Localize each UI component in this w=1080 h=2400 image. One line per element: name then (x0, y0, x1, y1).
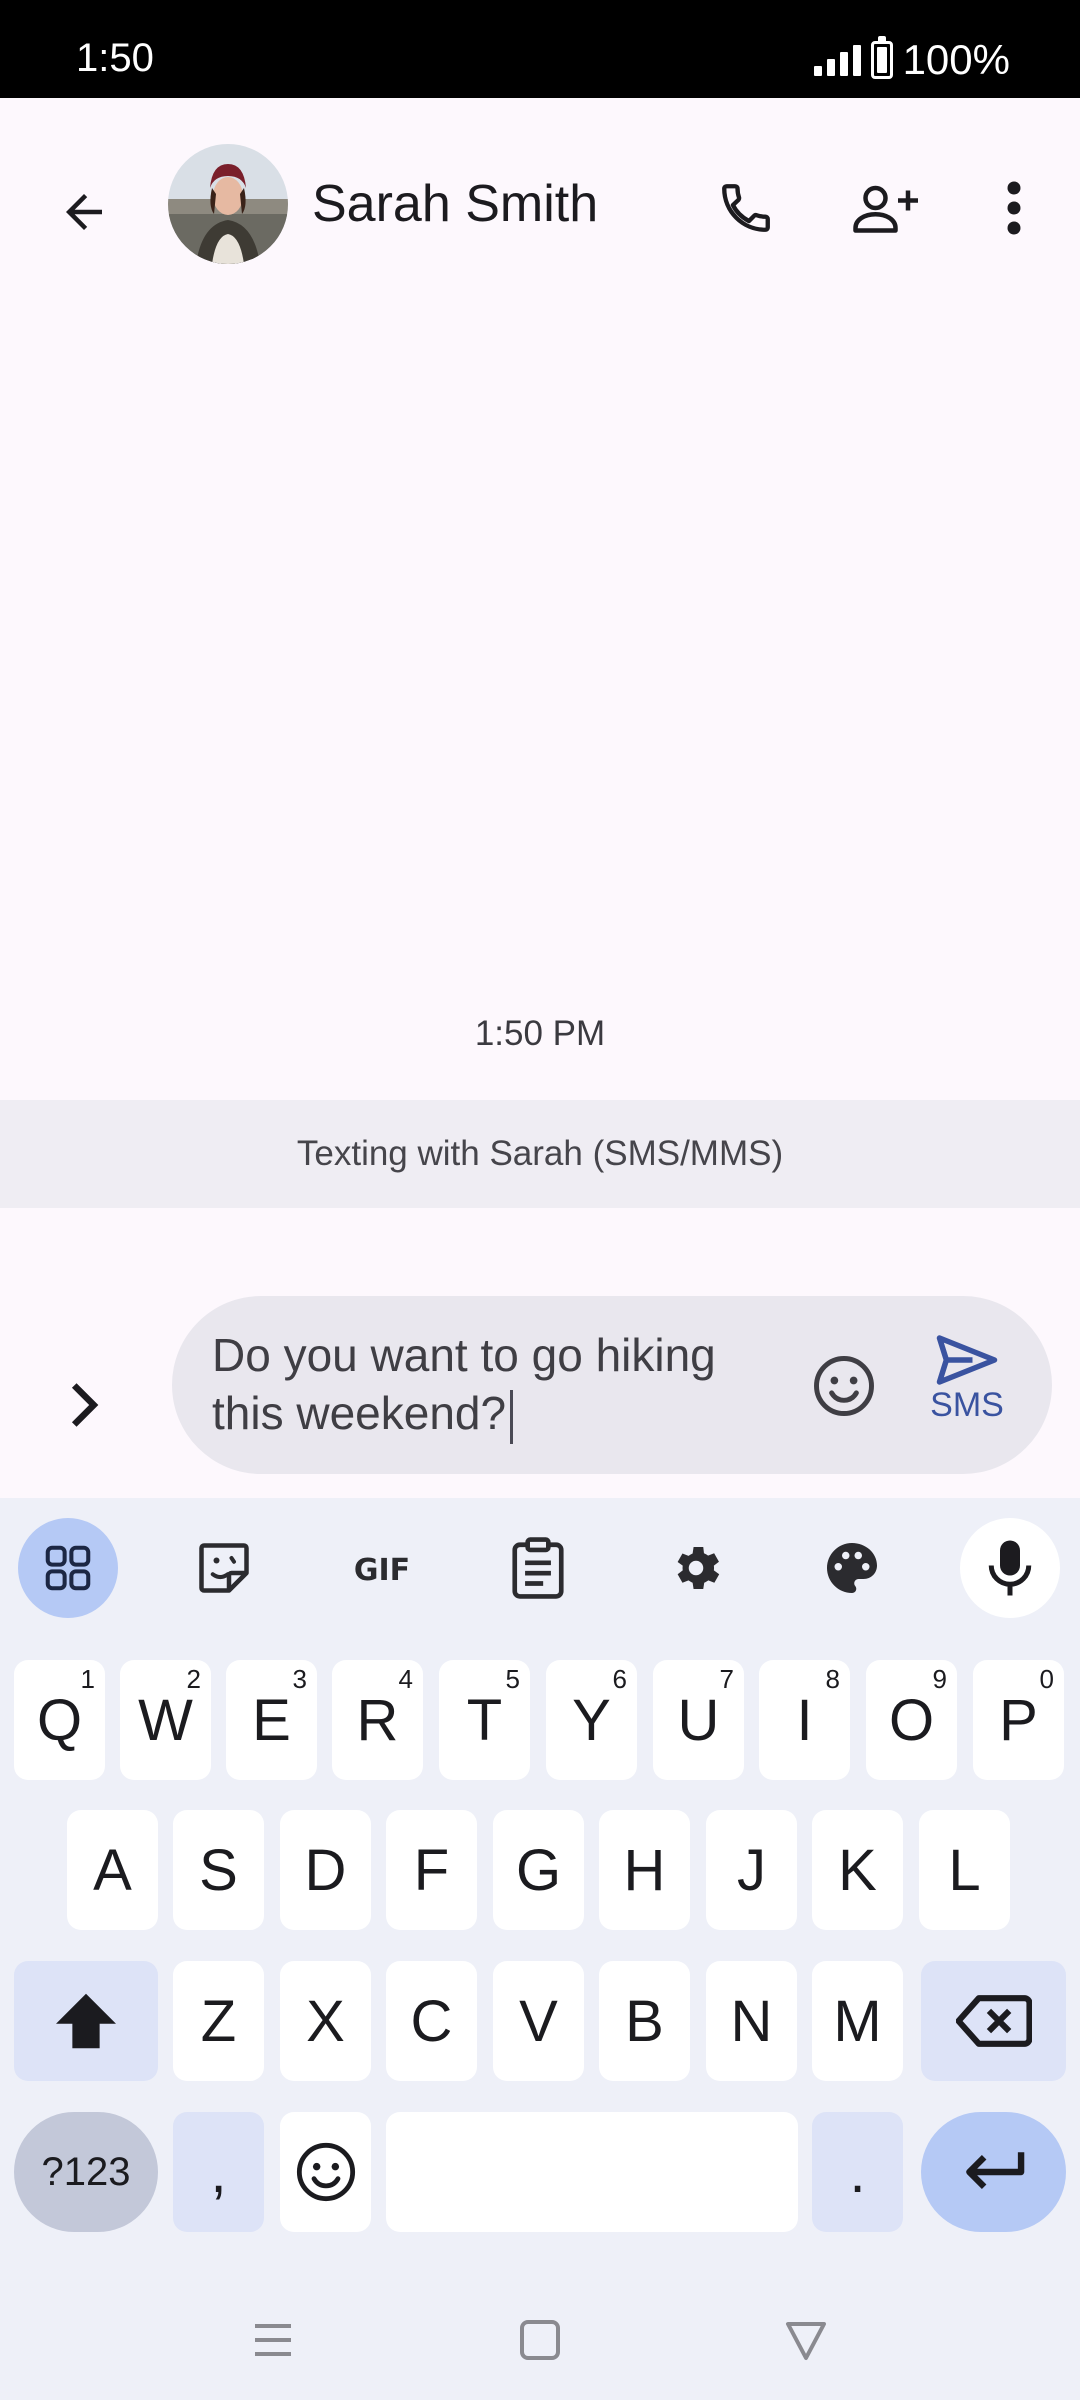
expand-attachments-button[interactable] (56, 1370, 112, 1440)
back-button[interactable] (44, 172, 124, 252)
send-icon (936, 1335, 998, 1385)
shift-key[interactable] (14, 1961, 158, 2081)
key-l[interactable]: L (919, 1810, 1010, 1930)
send-button[interactable]: SMS (912, 1332, 1022, 1442)
shift-icon (56, 1993, 116, 2049)
emoji-button[interactable] (808, 1350, 880, 1422)
svg-text:GIF: GIF (354, 1553, 410, 1588)
gif-button[interactable]: GIF (332, 1518, 432, 1618)
key-w[interactable]: W2 (120, 1660, 211, 1780)
keyboard-apps-button[interactable] (18, 1518, 118, 1618)
message-input-text: Do you want to go hiking this weekend? (212, 1329, 716, 1439)
sticker-icon (199, 1543, 249, 1593)
key-g[interactable]: G (493, 1810, 584, 1930)
theme-button[interactable] (802, 1518, 902, 1618)
key-k[interactable]: K (812, 1810, 903, 1930)
key-u[interactable]: U7 (653, 1660, 744, 1780)
key-t[interactable]: T5 (439, 1660, 530, 1780)
conversation-header: Sarah Smith (0, 98, 1080, 308)
key-b[interactable]: B (599, 1961, 690, 2081)
contact-name[interactable]: Sarah Smith (312, 174, 598, 234)
emoji-key[interactable] (280, 2112, 371, 2232)
key-z[interactable]: Z (173, 1961, 264, 2081)
enter-key[interactable] (921, 2112, 1066, 2232)
key-q[interactable]: Q1 (14, 1660, 105, 1780)
more-vert-icon (1007, 181, 1021, 235)
key-p[interactable]: P0 (973, 1660, 1064, 1780)
home-button[interactable] (510, 2310, 570, 2370)
contact-photo (168, 144, 288, 264)
key-n[interactable]: N (706, 1961, 797, 2081)
sticker-button[interactable] (174, 1518, 274, 1618)
battery-icon (870, 36, 893, 79)
status-time: 1:50 (76, 36, 154, 80)
send-mode-label: SMS (930, 1386, 1004, 1424)
back-nav-button[interactable] (776, 2310, 836, 2370)
clipboard-icon (512, 1537, 564, 1599)
space-key[interactable] (386, 2112, 798, 2232)
key-m[interactable]: M (812, 1961, 903, 2081)
key-a[interactable]: A (67, 1810, 158, 1930)
key-y[interactable]: Y6 (546, 1660, 637, 1780)
period-key[interactable]: . (812, 2112, 903, 2232)
key-e[interactable]: E3 (226, 1660, 317, 1780)
square-icon (520, 2320, 560, 2360)
arrow-back-icon (66, 194, 102, 230)
message-timestamp: 1:50 PM (474, 1014, 606, 1053)
key-s[interactable]: S (173, 1810, 264, 1930)
key-r[interactable]: R4 (332, 1660, 423, 1780)
smiley-icon (296, 2142, 355, 2202)
grid-icon (45, 1545, 91, 1591)
keyboard-settings-button[interactable] (646, 1518, 746, 1618)
chevron-right-icon (71, 1383, 99, 1427)
status-bar: 1:50 100% (0, 0, 1080, 98)
gif-icon: GIF (354, 1553, 410, 1588)
phone-icon (722, 184, 770, 232)
key-x[interactable]: X (280, 1961, 371, 2081)
key-o[interactable]: O9 (866, 1660, 957, 1780)
signal-icon (813, 44, 861, 76)
person-add-icon (853, 185, 918, 233)
backspace-icon (955, 1995, 1032, 2047)
comma-key[interactable]: , (173, 2112, 264, 2232)
key-v[interactable]: V (493, 1961, 584, 2081)
voice-input-button[interactable] (960, 1518, 1060, 1618)
symbols-key[interactable]: ?123 (14, 2112, 158, 2232)
menu-lines-icon (255, 2324, 291, 2356)
message-input[interactable]: Do you want to go hiking this weekend? (212, 1326, 772, 1444)
recents-button[interactable] (243, 2310, 303, 2370)
backspace-key[interactable] (921, 1961, 1066, 2081)
clipboard-button[interactable] (488, 1518, 588, 1618)
key-f[interactable]: F (386, 1810, 477, 1930)
key-h[interactable]: H (599, 1810, 690, 1930)
navigation-bar (0, 2280, 1080, 2400)
more-options-button[interactable] (986, 168, 1042, 248)
add-contact-button[interactable] (846, 168, 930, 248)
key-c[interactable]: C (386, 1961, 477, 2081)
text-cursor (510, 1389, 514, 1444)
sms-info-banner: Texting with Sarah (SMS/MMS) (0, 1100, 1080, 1208)
message-compose-box[interactable]: Do you want to go hiking this weekend? S… (172, 1296, 1052, 1474)
key-j[interactable]: J (706, 1810, 797, 1930)
avatar[interactable] (168, 144, 288, 264)
key-d[interactable]: D (280, 1810, 371, 1930)
call-button[interactable] (706, 168, 786, 248)
status-indicators: 100% (813, 36, 1010, 84)
triangle-back-icon (786, 2322, 826, 2360)
gear-icon (677, 1546, 720, 1590)
key-i[interactable]: I8 (759, 1660, 850, 1780)
palette-icon (827, 1543, 877, 1593)
smiley-icon (814, 1356, 874, 1416)
enter-arrow-icon (965, 2152, 1024, 2190)
microphone-icon (988, 1540, 1032, 1596)
keyboard (0, 1498, 1080, 2400)
battery-percent: 100% (902, 36, 1010, 83)
